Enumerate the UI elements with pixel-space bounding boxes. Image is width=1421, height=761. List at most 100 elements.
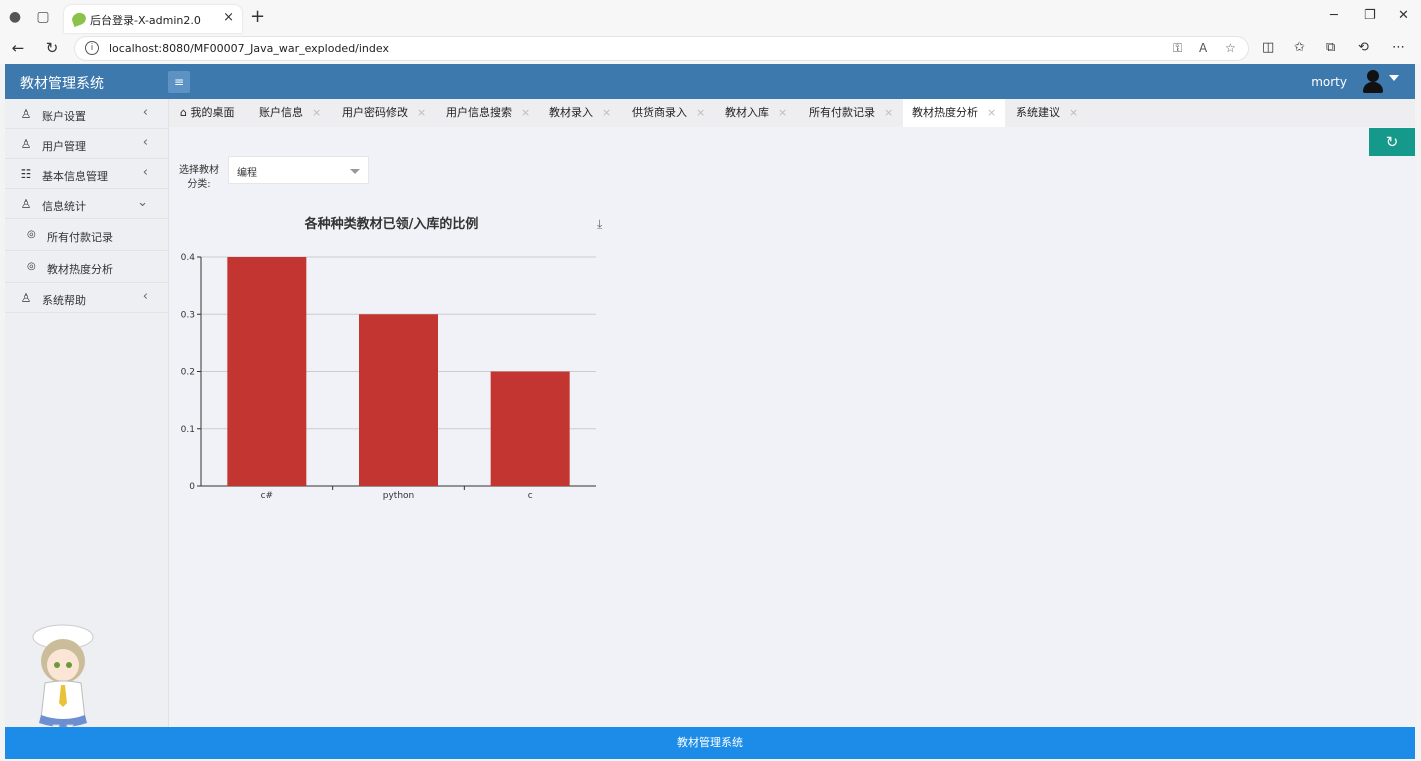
- menu-toggle-icon[interactable]: ≡: [168, 71, 190, 93]
- browser-tab-title: 后台登录-X-admin2.0: [90, 14, 201, 27]
- footer: 教材管理系统: [5, 727, 1415, 759]
- refresh-icon: ↻: [1385, 133, 1399, 151]
- chart-container: 各种种类教材已领/入库的比例 ⤓ 0 0.1 0.2 0.3 0.4 c# python c: [169, 199, 619, 519]
- tab-desktop[interactable]: ⌂ 我的桌面: [171, 99, 243, 127]
- sidebar-subitem-popularity[interactable]: ◎ 教材热度分析: [5, 251, 168, 283]
- tab-close-icon[interactable]: ×: [987, 106, 996, 119]
- tab-close-icon[interactable]: ×: [884, 106, 893, 119]
- chevron-left-icon: ‹: [142, 289, 148, 304]
- tab-actions-icon[interactable]: ▢: [34, 8, 52, 26]
- new-tab-button[interactable]: +: [250, 6, 265, 27]
- tab-textbook-entry[interactable]: 教材录入 ×: [540, 99, 620, 127]
- sidebar-item-basic-info[interactable]: ☷ 基本信息管理 ‹: [5, 159, 168, 189]
- chevron-left-icon: ‹: [142, 165, 148, 180]
- sidebar-item-account-settings[interactable]: ♙ 账户设置 ‹: [5, 99, 168, 129]
- address-bar[interactable]: i localhost:8080/MF00007_Java_war_explod…: [74, 36, 1249, 61]
- chart-bar: [227, 257, 307, 486]
- tab-close-icon[interactable]: ×: [602, 106, 611, 119]
- app-window: 教材管理系统 ≡ morty ♙ 账户设置 ‹ ♙ 用户管理 ‹ ☷ 基本信息管…: [5, 64, 1415, 759]
- sidebar-item-label: 系统帮助: [42, 294, 86, 307]
- restore-icon[interactable]: ❐: [1364, 8, 1376, 23]
- sidebar-item-help[interactable]: ♙ 系统帮助 ‹: [5, 283, 168, 313]
- browser-chrome: ● ▢ 后台登录-X-admin2.0 × + ─ ❐ ✕ ← ↻ i loca…: [0, 0, 1421, 64]
- sidebar-subitem-payments[interactable]: ◎ 所有付款记录: [5, 219, 168, 251]
- profile-icon[interactable]: ●: [6, 8, 24, 26]
- content-tabs: ⌂ 我的桌面 账户信息 × 用户密码修改 × 用户信息搜索 × 教材录入 × 供货商录入…: [169, 99, 1415, 127]
- user-name[interactable]: morty: [1311, 75, 1347, 89]
- tab-close-icon[interactable]: ×: [417, 106, 426, 119]
- card-icon: ☷: [20, 167, 32, 181]
- collections-icon[interactable]: ⧉: [1326, 40, 1335, 55]
- sidebar: ♙ 账户设置 ‹ ♙ 用户管理 ‹ ☷ 基本信息管理 ‹ ♙ 信息统计 ⌄ ◎ …: [5, 99, 169, 752]
- y-tick-label: 0.3: [181, 310, 195, 320]
- chart-bar: [490, 371, 570, 486]
- leaf-favicon-icon: [70, 10, 88, 28]
- user-menu-caret-icon[interactable]: [1389, 75, 1399, 81]
- circle-dot-icon: ◎: [27, 261, 36, 272]
- window-close-icon[interactable]: ✕: [1398, 8, 1409, 23]
- user-icon: ♙: [20, 197, 32, 211]
- app-title: 教材管理系统: [20, 76, 104, 92]
- sidebar-subitem-label: 教材热度分析: [47, 263, 113, 276]
- user-icon: ♙: [20, 107, 32, 121]
- chevron-down-icon: ⌄: [137, 195, 148, 210]
- tab-close-icon[interactable]: ×: [223, 10, 234, 25]
- tab-close-icon[interactable]: ×: [778, 106, 787, 119]
- y-tick-label: 0.4: [181, 253, 196, 263]
- sidebar-item-label: 基本信息管理: [42, 170, 108, 183]
- back-icon[interactable]: ←: [8, 39, 28, 57]
- tab-close-icon[interactable]: ×: [1069, 106, 1078, 119]
- bar-chart: 0 0.1 0.2 0.3 0.4 c# python c: [181, 253, 596, 501]
- tab-suggestions[interactable]: 系统建议 ×: [1007, 99, 1087, 127]
- avatar[interactable]: [1361, 69, 1385, 93]
- home-icon: ⌂: [180, 106, 191, 119]
- app-header: 教材管理系统 ≡ morty: [5, 64, 1415, 99]
- history-icon[interactable]: ⟲: [1358, 40, 1369, 55]
- tab-account-info[interactable]: 账户信息 ×: [250, 99, 330, 127]
- sidebar-item-user-management[interactable]: ♙ 用户管理 ‹: [5, 129, 168, 159]
- chevron-down-icon: [350, 169, 360, 174]
- y-tick-label: 0.1: [181, 425, 195, 435]
- x-tick-label: python: [383, 491, 414, 501]
- browser-tabbar: ● ▢ 后台登录-X-admin2.0 × + ─ ❐ ✕: [0, 0, 1421, 34]
- circle-dot-icon: ◎: [27, 229, 36, 240]
- tab-close-icon[interactable]: ×: [521, 106, 530, 119]
- reload-icon[interactable]: ↻: [42, 39, 62, 57]
- category-select-value: 编程: [237, 168, 257, 179]
- category-select[interactable]: 编程: [228, 156, 369, 184]
- minimize-icon[interactable]: ─: [1330, 8, 1338, 23]
- main-content: ⌂ 我的桌面 账户信息 × 用户密码修改 × 用户信息搜索 × 教材录入 × 供货商录入…: [169, 99, 1415, 727]
- sidebar-item-label: 账户设置: [42, 110, 86, 123]
- x-tick-label: c#: [261, 491, 274, 501]
- browser-tab-active[interactable]: 后台登录-X-admin2.0 ×: [64, 5, 242, 33]
- favorite-star-icon[interactable]: ☆: [1225, 41, 1236, 55]
- sidebar-item-label: 用户管理: [42, 140, 86, 153]
- favorites-icon[interactable]: ✩: [1294, 40, 1305, 55]
- key-icon[interactable]: ⚿: [1173, 41, 1182, 56]
- more-icon[interactable]: ⋯: [1392, 40, 1405, 55]
- tab-user-search[interactable]: 用户信息搜索 ×: [437, 99, 539, 127]
- split-screen-icon[interactable]: ◫: [1262, 40, 1274, 55]
- sidebar-subitem-label: 所有付款记录: [47, 231, 113, 244]
- chart-bar: [359, 314, 438, 486]
- read-aloud-icon[interactable]: A: [1199, 41, 1207, 55]
- tab-supplier-entry[interactable]: 供货商录入 ×: [623, 99, 714, 127]
- chevron-left-icon: ‹: [142, 135, 148, 150]
- site-info-icon[interactable]: i: [85, 41, 99, 55]
- user-icon: ♙: [20, 291, 32, 305]
- sidebar-item-label: 信息统计: [42, 200, 86, 213]
- address-row: ← ↻ i localhost:8080/MF00007_Java_war_ex…: [0, 34, 1421, 64]
- user-icon: ♙: [20, 137, 32, 151]
- tab-password[interactable]: 用户密码修改 ×: [333, 99, 435, 127]
- tab-payments[interactable]: 所有付款记录 ×: [800, 99, 902, 127]
- x-tick-label: c: [528, 491, 533, 501]
- tab-popularity[interactable]: 教材热度分析 ×: [903, 99, 1006, 127]
- y-tick-label: 0: [189, 482, 195, 492]
- url-text[interactable]: localhost:8080/MF00007_Java_war_exploded…: [109, 42, 389, 55]
- refresh-button[interactable]: ↻: [1369, 128, 1415, 156]
- tab-close-icon[interactable]: ×: [696, 106, 705, 119]
- tab-close-icon[interactable]: ×: [312, 106, 321, 119]
- chevron-left-icon: ‹: [142, 105, 148, 120]
- tab-stock-in[interactable]: 教材入库 ×: [716, 99, 796, 127]
- sidebar-item-statistics[interactable]: ♙ 信息统计 ⌄: [5, 189, 168, 219]
